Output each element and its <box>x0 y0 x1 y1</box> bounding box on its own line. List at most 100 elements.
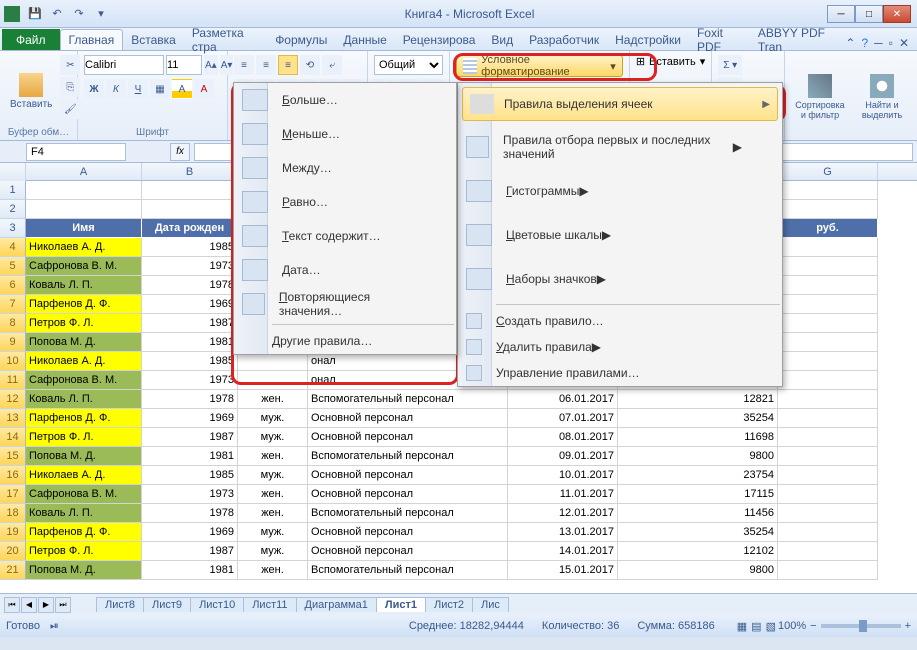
row-header[interactable]: 5 <box>0 257 26 276</box>
ribbon-tab[interactable]: Данные <box>335 29 394 50</box>
cell[interactable] <box>778 466 878 485</box>
cell[interactable]: 9800 <box>618 447 778 466</box>
cell[interactable]: муж. <box>238 542 308 561</box>
menu-item[interactable]: Между… <box>234 151 456 185</box>
cell[interactable]: 13.01.2017 <box>508 523 618 542</box>
column-header[interactable]: B <box>142 163 238 180</box>
minimize-button[interactable]: ─ <box>827 5 855 23</box>
cell[interactable]: Николаев А. Д. <box>26 466 142 485</box>
row-header[interactable]: 9 <box>0 333 26 352</box>
cell[interactable]: Петров Ф. Л. <box>26 314 142 333</box>
cell[interactable]: 12821 <box>618 390 778 409</box>
row-header[interactable]: 16 <box>0 466 26 485</box>
underline-button[interactable]: Ч <box>128 79 148 99</box>
cell[interactable]: жен. <box>238 485 308 504</box>
border-button[interactable]: ▦ <box>150 79 170 99</box>
cell[interactable]: муж. <box>238 409 308 428</box>
help-icon[interactable]: ? <box>861 36 868 50</box>
view-pagebreak-icon[interactable]: ▧ <box>766 620 776 633</box>
ribbon-tab[interactable]: Разработчик <box>521 29 607 50</box>
close-button[interactable]: ✕ <box>883 5 911 23</box>
conditional-formatting-button[interactable]: Условное форматирование ▾ <box>456 55 623 77</box>
menu-item[interactable]: Правила отбора первых и последних значен… <box>458 125 782 169</box>
row-header[interactable]: 4 <box>0 238 26 257</box>
font-name-select[interactable] <box>84 55 164 75</box>
menu-item[interactable]: Правила выделения ячеек▶ <box>462 87 778 121</box>
qat-redo-icon[interactable]: ↷ <box>68 3 90 25</box>
cell[interactable]: Основной персонал <box>308 428 508 447</box>
menu-item[interactable]: Другие правила… <box>234 328 456 354</box>
menu-item[interactable]: Наборы значков▶ <box>458 257 782 301</box>
sheet-nav-next[interactable]: ▶ <box>38 597 54 613</box>
mdi-restore-icon[interactable]: ▫ <box>889 36 893 50</box>
menu-item[interactable]: Повторяющиеся значения… <box>234 287 456 321</box>
cell[interactable]: жен. <box>238 561 308 580</box>
cell[interactable]: 1985 <box>142 238 238 257</box>
sheet-tab[interactable]: Лист11 <box>243 597 296 612</box>
fx-button[interactable]: fx <box>170 143 190 161</box>
cell[interactable]: муж. <box>238 428 308 447</box>
cell[interactable]: 35254 <box>618 523 778 542</box>
row-header[interactable]: 7 <box>0 295 26 314</box>
cell[interactable]: Вспомогательный персонал <box>308 390 508 409</box>
qat-undo-icon[interactable]: ↶ <box>46 3 68 25</box>
fill-color-button[interactable]: A <box>172 79 192 99</box>
ribbon-tab[interactable]: Надстройки <box>607 29 689 50</box>
row-header[interactable]: 3 <box>0 219 26 238</box>
cell[interactable]: 1987 <box>142 542 238 561</box>
row-header[interactable]: 17 <box>0 485 26 504</box>
ribbon-tab[interactable]: Рецензирова <box>395 29 484 50</box>
cell[interactable]: Вспомогательный персонал <box>308 447 508 466</box>
file-tab[interactable]: Файл <box>2 29 60 50</box>
align-top-button[interactable]: ≡ <box>234 55 254 75</box>
menu-item[interactable]: Создать правило… <box>458 308 782 334</box>
row-header[interactable]: 14 <box>0 428 26 447</box>
cell[interactable]: муж. <box>238 466 308 485</box>
cell[interactable]: Парфенов Д. Ф. <box>26 409 142 428</box>
column-header[interactable]: G <box>778 163 878 180</box>
ribbon-tab[interactable]: Foxit PDF <box>689 29 750 50</box>
cell[interactable]: 1987 <box>142 314 238 333</box>
cell[interactable]: Попова М. Д. <box>26 447 142 466</box>
menu-item[interactable]: Равно… <box>234 185 456 219</box>
cell[interactable]: Основной персонал <box>308 485 508 504</box>
cell[interactable]: 11698 <box>618 428 778 447</box>
cell[interactable]: 1969 <box>142 409 238 428</box>
cell[interactable]: Коваль Л. П. <box>26 390 142 409</box>
cell[interactable]: Николаев А. Д. <box>26 352 142 371</box>
row-header[interactable]: 13 <box>0 409 26 428</box>
cell[interactable] <box>778 257 878 276</box>
cell[interactable] <box>778 314 878 333</box>
cell[interactable] <box>778 390 878 409</box>
font-color-button[interactable]: A <box>194 79 214 99</box>
cell[interactable]: 35254 <box>618 409 778 428</box>
orientation-button[interactable]: ⟲ <box>300 55 320 75</box>
cell[interactable]: 17115 <box>618 485 778 504</box>
table-header-cell[interactable]: Дата рожден <box>142 219 238 238</box>
sheet-tab[interactable]: Лис <box>472 597 509 612</box>
italic-button[interactable]: К <box>106 79 126 99</box>
cell[interactable] <box>778 295 878 314</box>
cell[interactable]: 1978 <box>142 390 238 409</box>
cell[interactable] <box>778 409 878 428</box>
row-header[interactable]: 12 <box>0 390 26 409</box>
cell[interactable] <box>778 276 878 295</box>
cell[interactable]: Петров Ф. Л. <box>26 428 142 447</box>
qat-more-icon[interactable]: ▾ <box>90 3 112 25</box>
row-header[interactable]: 10 <box>0 352 26 371</box>
cell[interactable]: 1978 <box>142 504 238 523</box>
cell[interactable] <box>778 504 878 523</box>
menu-item[interactable]: Гистограммы▶ <box>458 169 782 213</box>
cell[interactable] <box>778 485 878 504</box>
name-box[interactable]: F4 <box>26 143 126 161</box>
ribbon-tab[interactable]: Разметка стра <box>184 29 267 50</box>
view-layout-icon[interactable]: ▤ <box>751 620 761 633</box>
cell[interactable] <box>238 371 308 390</box>
insert-cells-button[interactable]: ⊞ Вставить ▾ <box>636 55 705 68</box>
cell[interactable]: Попова М. Д. <box>26 561 142 580</box>
mdi-close-icon[interactable]: ✕ <box>899 36 909 50</box>
ribbon-tab[interactable]: Формулы <box>267 29 335 50</box>
cell[interactable] <box>778 371 878 390</box>
cell[interactable] <box>778 542 878 561</box>
ribbon-minimize-icon[interactable]: ⌃ <box>845 36 855 50</box>
